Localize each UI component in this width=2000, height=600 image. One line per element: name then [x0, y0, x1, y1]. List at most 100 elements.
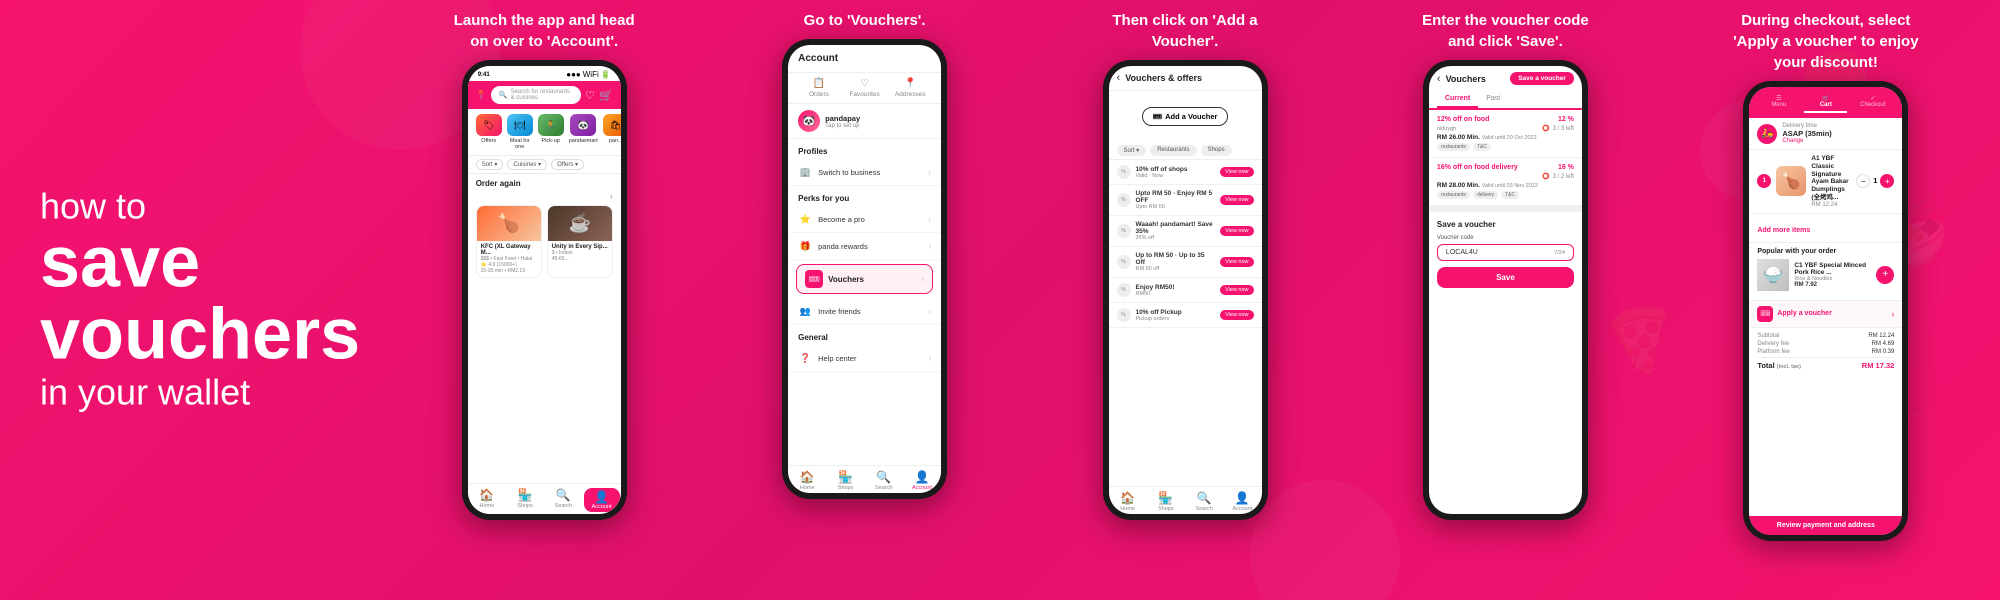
rewards-label: panda rewards [818, 242, 922, 251]
nav-account-1[interactable]: 👤 Account [582, 488, 620, 512]
tab-favourites[interactable]: ♡ Favourites [842, 73, 888, 103]
tab-current[interactable]: Current [1437, 91, 1478, 108]
v-view-1[interactable]: View now [1220, 167, 1253, 177]
apply-voucher-row[interactable]: 🎟 Apply a voucher › [1749, 300, 1902, 327]
tab-checkout[interactable]: ✓ Checkout [1851, 92, 1894, 113]
nav-shops-2[interactable]: 🏪 Shops [826, 470, 864, 491]
p1-header: 📍 🔍 Search for restaurants & cuisines ♡ … [468, 81, 621, 109]
cat-meal[interactable]: 🍽 Meal for one [507, 114, 533, 150]
rest-name-1: KFC (XL Gateway M... [481, 244, 537, 256]
restaurant-cards: 🍗 KFC (XL Gateway M... $$$ • Fast Food •… [476, 205, 613, 278]
add-voucher-button[interactable]: 🎟 Add a Voucher [1142, 107, 1229, 126]
cat-more[interactable]: 🛍 pan... [603, 114, 621, 150]
popular-item-1[interactable]: 🍚 C1 YBF Special Minced Pork Rice ... Ri… [1757, 259, 1894, 291]
tab-menu[interactable]: ☰ Menu [1757, 92, 1800, 113]
p4-v2-amount: RM 28.00 Min. Valid until 03 Nov 2022 [1437, 182, 1574, 189]
phone-screen-2: Account 📋 Orders ♡ Favourites 📍 Addresse… [788, 45, 941, 493]
vouchers-menu-item[interactable]: 🎟 Vouchers › [796, 264, 933, 294]
sort-chip[interactable]: Sort ▾ [1117, 145, 1147, 156]
become-pro[interactable]: ⭐ Become a pro › [788, 206, 941, 233]
nav-search-3[interactable]: 🔍 Search [1185, 491, 1223, 512]
sort-filter[interactable]: Sort ▾ [476, 159, 504, 170]
profiles-title: Profiles [788, 139, 941, 159]
phone-frame-5: ☰ Menu 🛒 Cart ✓ Checkout 🛵 [1743, 81, 1908, 541]
v-view-4[interactable]: View now [1220, 257, 1253, 267]
restaurants-chip[interactable]: Restaurants [1150, 145, 1196, 156]
v-title-1: 10% off of shops [1136, 166, 1216, 173]
decrease-qty[interactable]: − [1856, 174, 1870, 188]
delivery-sub[interactable]: Change [1782, 138, 1831, 144]
cart-item-row: 1 🍗 A1 YBF Classic Signature Ayam Bakar … [1749, 150, 1902, 214]
nav-shops-3[interactable]: 🏪 Shops [1147, 491, 1185, 512]
panda-rewards[interactable]: 🎁 panda rewards › [788, 233, 941, 260]
nav-shops-1[interactable]: 🏪 Shops [506, 488, 544, 512]
v-meta-6: Pickup orders [1136, 316, 1216, 322]
offers-filter[interactable]: Offers ▾ [551, 159, 584, 170]
save-voucher-header-btn[interactable]: Save a voucher [1510, 72, 1574, 85]
add-more-label[interactable]: Add more items [1757, 227, 1810, 234]
delivery-icon: 🛵 [1757, 124, 1777, 144]
voucher-item-3[interactable]: % Waaah! pandamart! Save 35% 35% off Vie… [1109, 216, 1262, 247]
delivery-row: 🛵 Delivery time ASAP (35min) Change [1749, 118, 1902, 150]
voucher-item-6[interactable]: % 10% off Pickup Pickup orders View now [1109, 303, 1262, 328]
phone-frame-3: ‹ Vouchers & offers 🎟 Add a Voucher Sort… [1103, 60, 1268, 520]
cuisines-filter[interactable]: Cuisines ▾ [507, 159, 547, 170]
voucher-item-1[interactable]: % 10% off of shops Valid · Now View now [1109, 160, 1262, 185]
cat-pickup[interactable]: 🏃 Pick-up [538, 114, 564, 150]
save-voucher-btn[interactable]: Save [1437, 267, 1574, 288]
increase-qty[interactable]: + [1880, 174, 1894, 188]
subtotal-row: Subtotal RM 12.24 [1757, 333, 1894, 339]
v-view-6[interactable]: View now [1220, 310, 1253, 320]
nav-account-3[interactable]: 👤 Account [1223, 491, 1261, 512]
qty-display: 1 [1873, 178, 1877, 185]
v-meta-4: RM 50 off [1136, 266, 1216, 272]
nav-home-1[interactable]: 🏠 Home [468, 488, 506, 512]
back-arrow-4[interactable]: ‹ [1437, 73, 1441, 85]
v-view-5[interactable]: View now [1220, 285, 1253, 295]
nav-home-3[interactable]: 🏠 Home [1109, 491, 1147, 512]
shops-chip[interactable]: Shops [1201, 145, 1232, 156]
status-bar-1: 9:41 ●●● WiFi 🔋 [468, 66, 621, 81]
invite-friends[interactable]: 👥 Invite friends › [788, 298, 941, 325]
voucher-filter-row: Sort ▾ Restaurants Shops [1109, 142, 1262, 160]
nav-search-1[interactable]: 🔍 Search [544, 488, 582, 512]
add-popular-btn[interactable]: + [1876, 266, 1894, 284]
step4-label: Enter the voucher code and click 'Save'. [1405, 0, 1605, 60]
voucher-item-4[interactable]: % Up to RM 50 · Up to 35 Off RM 50 off V… [1109, 247, 1262, 278]
p4-voucher-2[interactable]: 16% off on food delivery 16 % ⭕ 3 / 2 le… [1429, 158, 1582, 206]
cat-panda[interactable]: 🐼 pandasmart [569, 114, 598, 150]
rest-card-1[interactable]: 🍗 KFC (XL Gateway M... $$$ • Fast Food •… [476, 205, 542, 278]
voucher-item-2[interactable]: % Upto RM 50 · Enjoy RM 5 OFF Upto RM 50… [1109, 185, 1262, 216]
search-bar-1[interactable]: 🔍 Search for restaurants & cuisines [491, 86, 581, 104]
review-btn[interactable]: Review payment and address [1749, 516, 1902, 535]
delivery-fee-label: Delivery fee [1757, 341, 1789, 347]
nav-account-2[interactable]: 👤 Account [903, 470, 941, 491]
v-view-3[interactable]: View now [1220, 226, 1253, 236]
tab-past[interactable]: Past [1478, 91, 1508, 108]
pandapay-section[interactable]: 🐼 pandapay Tap to set up [788, 104, 941, 139]
popular-item-name: C1 YBF Special Minced Pork Rice ... [1794, 262, 1871, 276]
voucher-item-5[interactable]: % Enjoy RM50! RM50 View now [1109, 278, 1262, 303]
help-center[interactable]: ❓ Help center › [788, 345, 941, 372]
tab-addresses[interactable]: 📍 Addresses [887, 73, 933, 103]
nav-search-2[interactable]: 🔍 Search [865, 470, 903, 491]
switch-to-business[interactable]: 🏢 Switch to business › [788, 159, 941, 186]
p4-v2-title: 16% off on food delivery [1437, 164, 1518, 171]
v-badge-1: % [1117, 165, 1131, 179]
subtotal-value: RM 12.24 [1868, 333, 1894, 339]
tab-cart[interactable]: 🛒 Cart [1804, 92, 1847, 113]
p4-voucher-1[interactable]: 12% off on food 12 % niduygh ⭕ 3 / 3 lef… [1429, 110, 1582, 158]
v-view-2[interactable]: View now [1220, 195, 1253, 205]
cat-offers[interactable]: 🏷 Offers [476, 114, 502, 150]
voucher-code-input[interactable]: LOCAL4U 7/24 [1437, 244, 1574, 261]
p4-v1-amount: RM 26.00 Min. Valid until 20 Oct 2022 [1437, 134, 1574, 141]
rest-card-2[interactable]: ☕ Unity in Every Sip... $ • Indian 45-65… [547, 205, 613, 278]
tab-orders[interactable]: 📋 Orders [796, 73, 842, 103]
add-voucher-icon: 🎟 [1153, 112, 1163, 121]
hero-text: how to save vouchers in your wallet [40, 187, 350, 414]
v-meta-1: Valid · Now [1136, 173, 1216, 179]
totals-section: Subtotal RM 12.24 Delivery fee RM 4.69 P… [1749, 327, 1902, 375]
back-arrow-3[interactable]: ‹ [1117, 72, 1121, 84]
nav-home-2[interactable]: 🏠 Home [788, 470, 826, 491]
add-voucher-container: 🎟 Add a Voucher [1109, 91, 1262, 142]
